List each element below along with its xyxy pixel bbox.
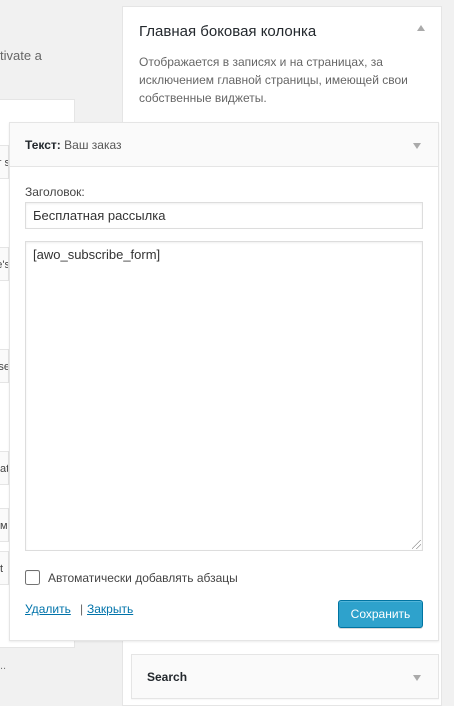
- link-separator: |: [80, 602, 84, 616]
- widget-header-title: Текст: Ваш заказ: [25, 138, 122, 152]
- search-widget-title: Search: [147, 670, 188, 684]
- widget-list-item[interactable]: t: [0, 551, 9, 585]
- close-link[interactable]: Закрыть: [87, 602, 133, 616]
- search-widget[interactable]: Search: [131, 654, 439, 699]
- heading-input[interactable]: [25, 202, 423, 229]
- content-textarea[interactable]: [awo_subscribe_form]: [25, 241, 423, 551]
- sidebar-description: Отображается в записях и на страницах, з…: [139, 55, 408, 105]
- auto-paragraph-label[interactable]: Автоматически добавлять абзацы: [48, 571, 238, 585]
- widget-list-item[interactable]: м: [0, 508, 9, 542]
- sidebar-title[interactable]: Главная боковая колонка: [139, 23, 316, 40]
- widget-list-item[interactable]: se: [0, 349, 9, 383]
- delete-link[interactable]: Удалить: [25, 602, 71, 616]
- widget-list-item[interactable]: r s: [0, 145, 9, 179]
- widget-list-item-label: r s: [0, 157, 8, 169]
- save-button[interactable]: Сохранить: [338, 600, 423, 628]
- arrow-down-icon[interactable]: [413, 675, 421, 681]
- heading-field-label: Заголовок:: [25, 185, 85, 199]
- background-text-fragment: tivate a: [0, 48, 42, 63]
- arrow-up-icon[interactable]: [417, 25, 425, 31]
- widget-list-item[interactable]: e's: [0, 247, 9, 281]
- widget-list-item-label: м: [0, 520, 8, 532]
- arrow-down-icon[interactable]: [413, 143, 421, 149]
- auto-paragraph-checkbox[interactable]: [25, 570, 40, 585]
- text-widget: Текст: Ваш заказ Заголовок: [awo_subscri…: [9, 122, 439, 641]
- widget-list-item-label: at: [0, 463, 9, 475]
- widget-instance-title: Ваш заказ: [64, 138, 122, 152]
- widget-list-item-label: t: [0, 563, 4, 575]
- widget-header[interactable]: Текст: Ваш заказ: [10, 123, 438, 167]
- widget-list-item-label: se: [0, 361, 8, 373]
- background-text-fragment: ..: [0, 660, 7, 672]
- resize-handle-icon[interactable]: [412, 540, 421, 549]
- widget-type-label: Текст:: [25, 138, 61, 152]
- widget-list-item-label: e's: [0, 259, 8, 271]
- widget-list-item[interactable]: at: [0, 451, 9, 485]
